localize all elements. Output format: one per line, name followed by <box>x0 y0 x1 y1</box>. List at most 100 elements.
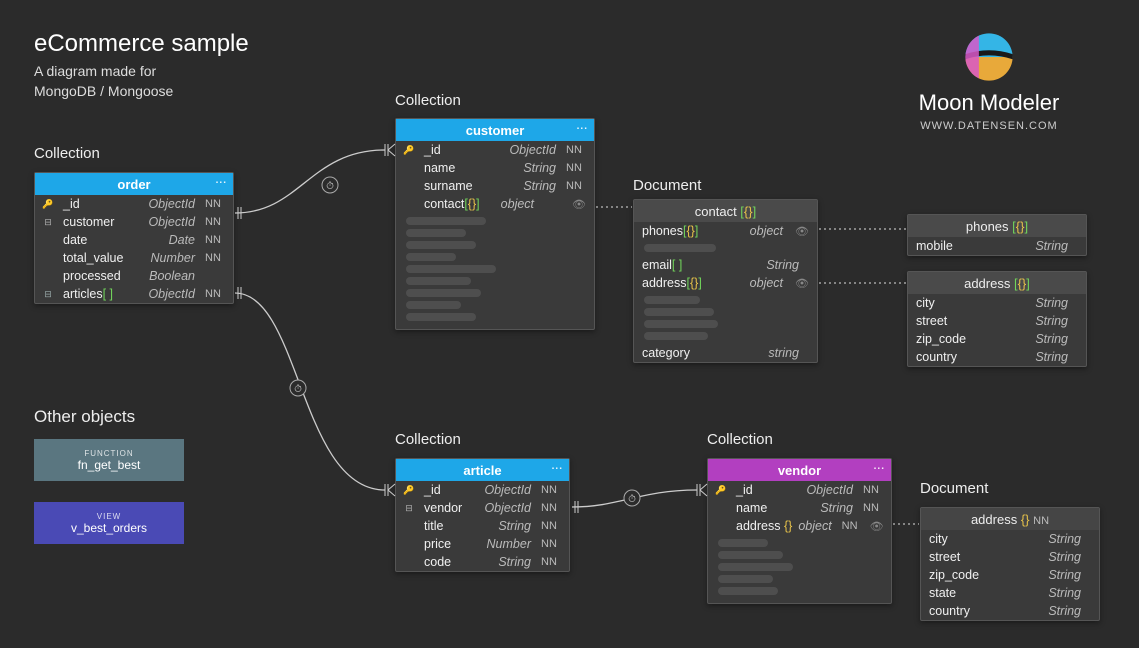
field-type: String <box>1035 239 1072 253</box>
doc-field-row[interactable]: stateString <box>921 584 1099 602</box>
more-icon[interactable]: ... <box>216 175 227 186</box>
field-row[interactable]: priceNumberNN <box>396 535 569 553</box>
doc-phones-header[interactable]: phones [{}] <box>908 215 1086 237</box>
ghost-row <box>406 241 476 249</box>
eye-icon[interactable]: 👁 <box>868 520 884 533</box>
doc-field-row[interactable]: phones[{}]object👁 <box>634 222 817 240</box>
field-nn: NN <box>205 234 225 246</box>
field-type: String <box>1048 550 1085 564</box>
doc-phones[interactable]: phones [{}] mobileString <box>907 214 1087 256</box>
field-row[interactable]: 🔑_idObjectIdNN <box>35 195 233 213</box>
entity-article-header[interactable]: article ... <box>396 459 569 481</box>
field-name: name <box>424 161 517 175</box>
eye-icon[interactable]: 👁 <box>793 225 809 238</box>
field-row[interactable]: ⊟articles[ ]ObjectIdNN <box>35 285 233 303</box>
foreign-key-icon: ⊟ <box>400 503 418 514</box>
doc-field-row[interactable]: zip_codeString <box>908 330 1086 348</box>
doc-field-row[interactable]: email[ ]String <box>634 256 817 274</box>
svg-text:⏱: ⏱ <box>326 181 334 192</box>
field-nn: NN <box>863 484 883 496</box>
field-type: String <box>1035 350 1072 364</box>
array-icon: ⊟ <box>39 289 57 300</box>
entity-article[interactable]: article ... 🔑_idObjectIdNN⊟vendorObjectI… <box>395 458 570 572</box>
doc-contact-header[interactable]: contact [{}] <box>634 200 817 222</box>
field-row[interactable]: titleStringNN <box>396 517 569 535</box>
doc-field-row[interactable]: streetString <box>908 312 1086 330</box>
field-name: processed <box>63 269 143 283</box>
ghost-row <box>406 217 486 225</box>
field-name: country <box>916 350 1029 364</box>
doc-address2-title: address {} NN <box>971 512 1049 527</box>
key-icon: 🔑 <box>712 485 730 496</box>
field-row[interactable]: codeStringNN <box>396 553 569 571</box>
field-row[interactable]: total_valueNumberNN <box>35 249 233 267</box>
more-icon[interactable]: ... <box>577 121 588 132</box>
doc-field-row[interactable]: countryString <box>921 602 1099 620</box>
eye-icon[interactable]: 👁 <box>570 198 586 211</box>
field-type: object <box>501 197 538 211</box>
doc-address2[interactable]: address {} NN cityString street String zip_… <box>920 507 1100 621</box>
label-collection-order: Collection <box>34 145 100 162</box>
field-row[interactable]: nameStringNN <box>396 159 594 177</box>
doc-address1-header[interactable]: address [{}] <box>908 272 1086 294</box>
field-name: date <box>63 233 163 247</box>
field-row[interactable]: 🔑_idObjectIdNN <box>396 141 594 159</box>
field-name: street <box>929 550 1042 564</box>
field-name: articles[ ] <box>63 287 142 301</box>
function-tag: FUNCTION <box>84 449 133 458</box>
function-chip[interactable]: FUNCTION fn_get_best <box>34 439 184 481</box>
field-row[interactable]: 🔑_idObjectIdNN <box>708 481 891 499</box>
entity-vendor-header[interactable]: vendor ... <box>708 459 891 481</box>
field-nn: NN <box>205 198 225 210</box>
entity-order[interactable]: order ... 🔑_idObjectIdNN⊟customerObjectI… <box>34 172 234 304</box>
field-row[interactable]: ⊟vendorObjectIdNN <box>396 499 569 517</box>
doc-field-row[interactable]: zip_codeString <box>921 566 1099 584</box>
brand-url[interactable]: WWW.DATENSEN.COM <box>889 120 1089 132</box>
ghost-row <box>718 539 768 547</box>
entity-vendor[interactable]: vendor ... 🔑_idObjectIdNNnameStringNNadd… <box>707 458 892 604</box>
ghost-row <box>406 229 466 237</box>
field-row[interactable]: dateDateNN <box>35 231 233 249</box>
field-name: name <box>736 501 814 515</box>
key-icon: 🔑 <box>400 145 418 156</box>
field-row[interactable]: address {}objectNN👁 <box>708 517 891 535</box>
entity-customer-header[interactable]: customer ... <box>396 119 594 141</box>
doc-phones-title: phones [{}] <box>966 219 1028 234</box>
ghost-row <box>406 301 461 309</box>
field-row[interactable]: ⊟customerObjectIdNN <box>35 213 233 231</box>
field-row[interactable]: processedBoolean <box>35 267 233 285</box>
view-chip[interactable]: VIEW v_best_orders <box>34 502 184 544</box>
doc-field-row[interactable]: country String <box>908 348 1086 366</box>
eye-icon[interactable]: 👁 <box>793 277 809 290</box>
field-row[interactable]: surnameStringNN <box>396 177 594 195</box>
doc-address1-title: address [{}] <box>964 276 1030 291</box>
field-type: String <box>523 179 560 193</box>
doc-field-row[interactable]: cityString <box>908 294 1086 312</box>
entity-customer[interactable]: customer ... 🔑_idObjectIdNNnameStringNNs… <box>395 118 595 330</box>
label-collection-customer: Collection <box>395 92 461 109</box>
doc-address1[interactable]: address [{}] cityStringstreetStringzip_c… <box>907 271 1087 367</box>
field-type: String <box>766 258 803 272</box>
doc-field-row[interactable]: street String <box>921 548 1099 566</box>
field-nn: NN <box>541 538 561 550</box>
more-icon[interactable]: ... <box>552 461 563 472</box>
more-icon[interactable]: ... <box>874 461 885 472</box>
ghost-row <box>718 563 793 571</box>
doc-contact[interactable]: contact [{}] phones[{}]object👁 email[ ]St… <box>633 199 818 363</box>
doc-field-row[interactable]: address[{}]object👁 <box>634 274 817 292</box>
doc-field-row[interactable]: mobileString <box>908 237 1086 255</box>
field-nn: NN <box>566 144 586 156</box>
field-row[interactable]: nameStringNN <box>708 499 891 517</box>
field-name: city <box>916 296 1029 310</box>
doc-field-row[interactable]: cityString <box>921 530 1099 548</box>
field-name: _id <box>736 483 800 497</box>
field-name: category <box>642 346 762 360</box>
doc-address2-header[interactable]: address {} NN <box>921 508 1099 530</box>
brand: Moon Modeler WWW.DATENSEN.COM <box>889 30 1089 132</box>
doc-field-row[interactable]: categorystring <box>634 344 817 362</box>
field-row[interactable]: 🔑_idObjectIdNN <box>396 481 569 499</box>
field-name: vendor <box>424 501 478 515</box>
entity-order-header[interactable]: order ... <box>35 173 233 195</box>
field-row[interactable]: contact[{}]object👁 <box>396 195 594 213</box>
field-name: phones[{}] <box>642 224 744 238</box>
